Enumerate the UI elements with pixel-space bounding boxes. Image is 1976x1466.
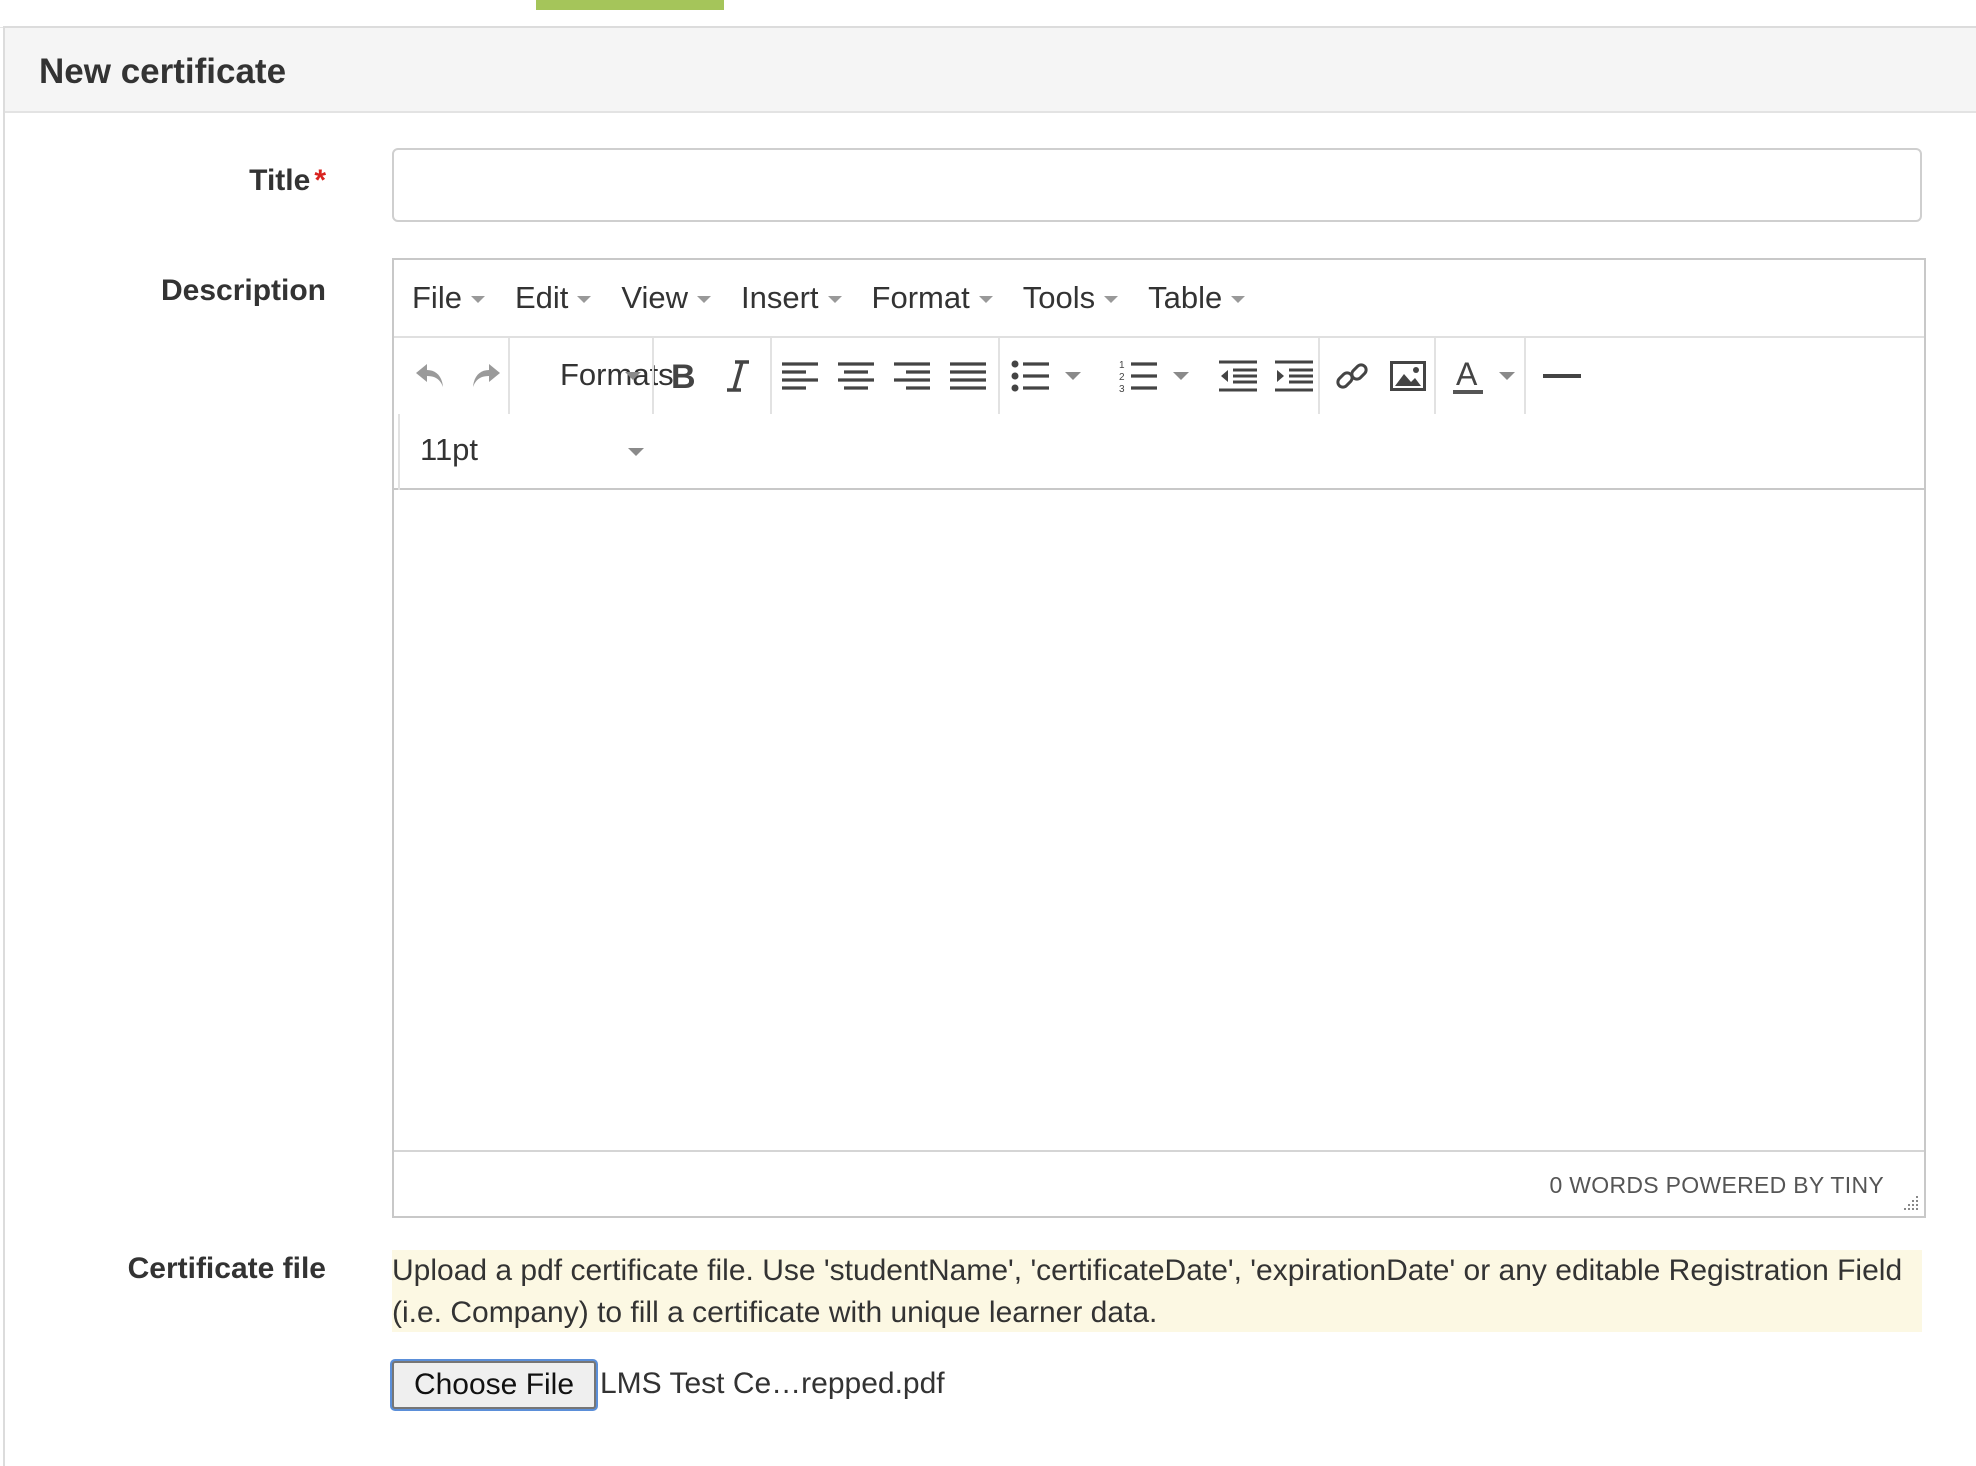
- chevron-down-icon: [827, 295, 842, 303]
- chevron-down-icon: [1104, 295, 1119, 303]
- chevron-down-icon[interactable]: [628, 448, 644, 456]
- indent-icon: [1275, 360, 1313, 392]
- rich-text-editor: File Edit View Insert Format Tools Table…: [392, 258, 1926, 1218]
- menu-file[interactable]: File: [412, 280, 485, 316]
- toolbar-divider: [1318, 338, 1320, 414]
- upload-help-text: Upload a pdf certificate file. Use 'stud…: [392, 1250, 1922, 1332]
- svg-text:B: B: [671, 359, 696, 393]
- chevron-down-icon: [577, 295, 592, 303]
- chevron-down-icon: [1231, 295, 1246, 303]
- toolbar-divider: [398, 414, 400, 490]
- numbered-list-button[interactable]: 123: [1112, 350, 1164, 402]
- menu-view[interactable]: View: [621, 280, 712, 316]
- chevron-down-icon[interactable]: [1499, 372, 1515, 380]
- toolbar-divider: [998, 338, 1000, 414]
- redo-button[interactable]: [460, 350, 512, 402]
- italic-icon: [727, 360, 749, 392]
- top-nav-strip: [0, 0, 1976, 28]
- svg-text:1: 1: [1119, 360, 1125, 371]
- align-left-button[interactable]: [774, 350, 826, 402]
- numbered-list-icon: 123: [1119, 360, 1157, 394]
- toolbar-divider: [1524, 338, 1526, 414]
- redo-icon: [473, 364, 500, 387]
- menu-table[interactable]: Table: [1148, 280, 1246, 316]
- image-icon: [1390, 361, 1426, 391]
- word-count-status: 0 WORDS POWERED BY TINY: [1549, 1172, 1884, 1198]
- svg-text:A: A: [1456, 357, 1478, 392]
- align-justify-icon: [950, 362, 986, 390]
- font-size-select[interactable]: 11pt: [420, 432, 478, 468]
- text-color-button[interactable]: A: [1442, 350, 1494, 402]
- toolbar-divider: [770, 338, 772, 414]
- link-icon: [1336, 363, 1368, 389]
- toolbar-divider: [652, 338, 654, 414]
- horizontal-rule-button[interactable]: [1536, 350, 1588, 402]
- panel-heading: New certificate: [5, 28, 1976, 113]
- editor-toolbar: Formats B 123 A 11pt: [394, 338, 1924, 490]
- insert-image-button[interactable]: [1382, 350, 1434, 402]
- text-color-icon: A: [1453, 357, 1483, 394]
- align-left-icon: [782, 362, 818, 390]
- chevron-down-icon[interactable]: [1173, 372, 1189, 380]
- italic-button[interactable]: [712, 350, 764, 402]
- toolbar-divider: [508, 338, 510, 414]
- description-label: Description: [160, 274, 326, 307]
- chevron-down-icon: [470, 295, 485, 303]
- align-right-icon: [894, 362, 930, 390]
- menu-insert[interactable]: Insert: [741, 280, 842, 316]
- bold-button[interactable]: B: [656, 350, 708, 402]
- toolbar-divider: [1434, 338, 1436, 414]
- editor-menubar: File Edit View Insert Format Tools Table: [394, 260, 1924, 338]
- align-right-button[interactable]: [886, 350, 938, 402]
- chevron-down-icon: [625, 372, 641, 380]
- active-tab-indicator: [536, 0, 724, 10]
- chevron-down-icon[interactable]: [1065, 372, 1081, 380]
- page-title: New certificate: [39, 52, 287, 91]
- bullet-list-icon: [1011, 360, 1049, 392]
- undo-button[interactable]: [404, 350, 456, 402]
- indent-button[interactable]: [1268, 350, 1320, 402]
- editor-content-area[interactable]: [394, 490, 1924, 1152]
- title-label: Title *: [249, 164, 326, 198]
- choose-file-button[interactable]: Choose File: [392, 1361, 596, 1409]
- selected-file-name: LMS Test Ce…repped.pdf: [600, 1367, 945, 1400]
- title-input[interactable]: [392, 148, 1922, 222]
- outdent-button[interactable]: [1212, 350, 1264, 402]
- title-label-text: Title: [249, 164, 311, 197]
- svg-text:2: 2: [1119, 372, 1125, 383]
- align-center-button[interactable]: [830, 350, 882, 402]
- align-center-icon: [838, 362, 874, 390]
- required-mark: *: [314, 164, 326, 197]
- bullet-list-button[interactable]: [1004, 350, 1056, 402]
- undo-icon: [416, 364, 443, 387]
- svg-text:3: 3: [1119, 384, 1125, 394]
- chevron-down-icon: [697, 295, 712, 303]
- menu-edit[interactable]: Edit: [515, 280, 592, 316]
- insert-link-button[interactable]: [1326, 350, 1378, 402]
- certificate-file-label: Certificate file: [127, 1252, 326, 1285]
- menu-format[interactable]: Format: [872, 280, 993, 316]
- resize-handle-icon[interactable]: [1900, 1192, 1920, 1212]
- menu-tools[interactable]: Tools: [1023, 280, 1119, 316]
- outdent-icon: [1219, 360, 1257, 392]
- horizontal-rule-icon: [1543, 374, 1581, 378]
- bold-icon: B: [671, 359, 696, 393]
- editor-statusbar: 0 WORDS POWERED BY TINY: [394, 1152, 1924, 1216]
- chevron-down-icon: [978, 295, 993, 303]
- align-justify-button[interactable]: [942, 350, 994, 402]
